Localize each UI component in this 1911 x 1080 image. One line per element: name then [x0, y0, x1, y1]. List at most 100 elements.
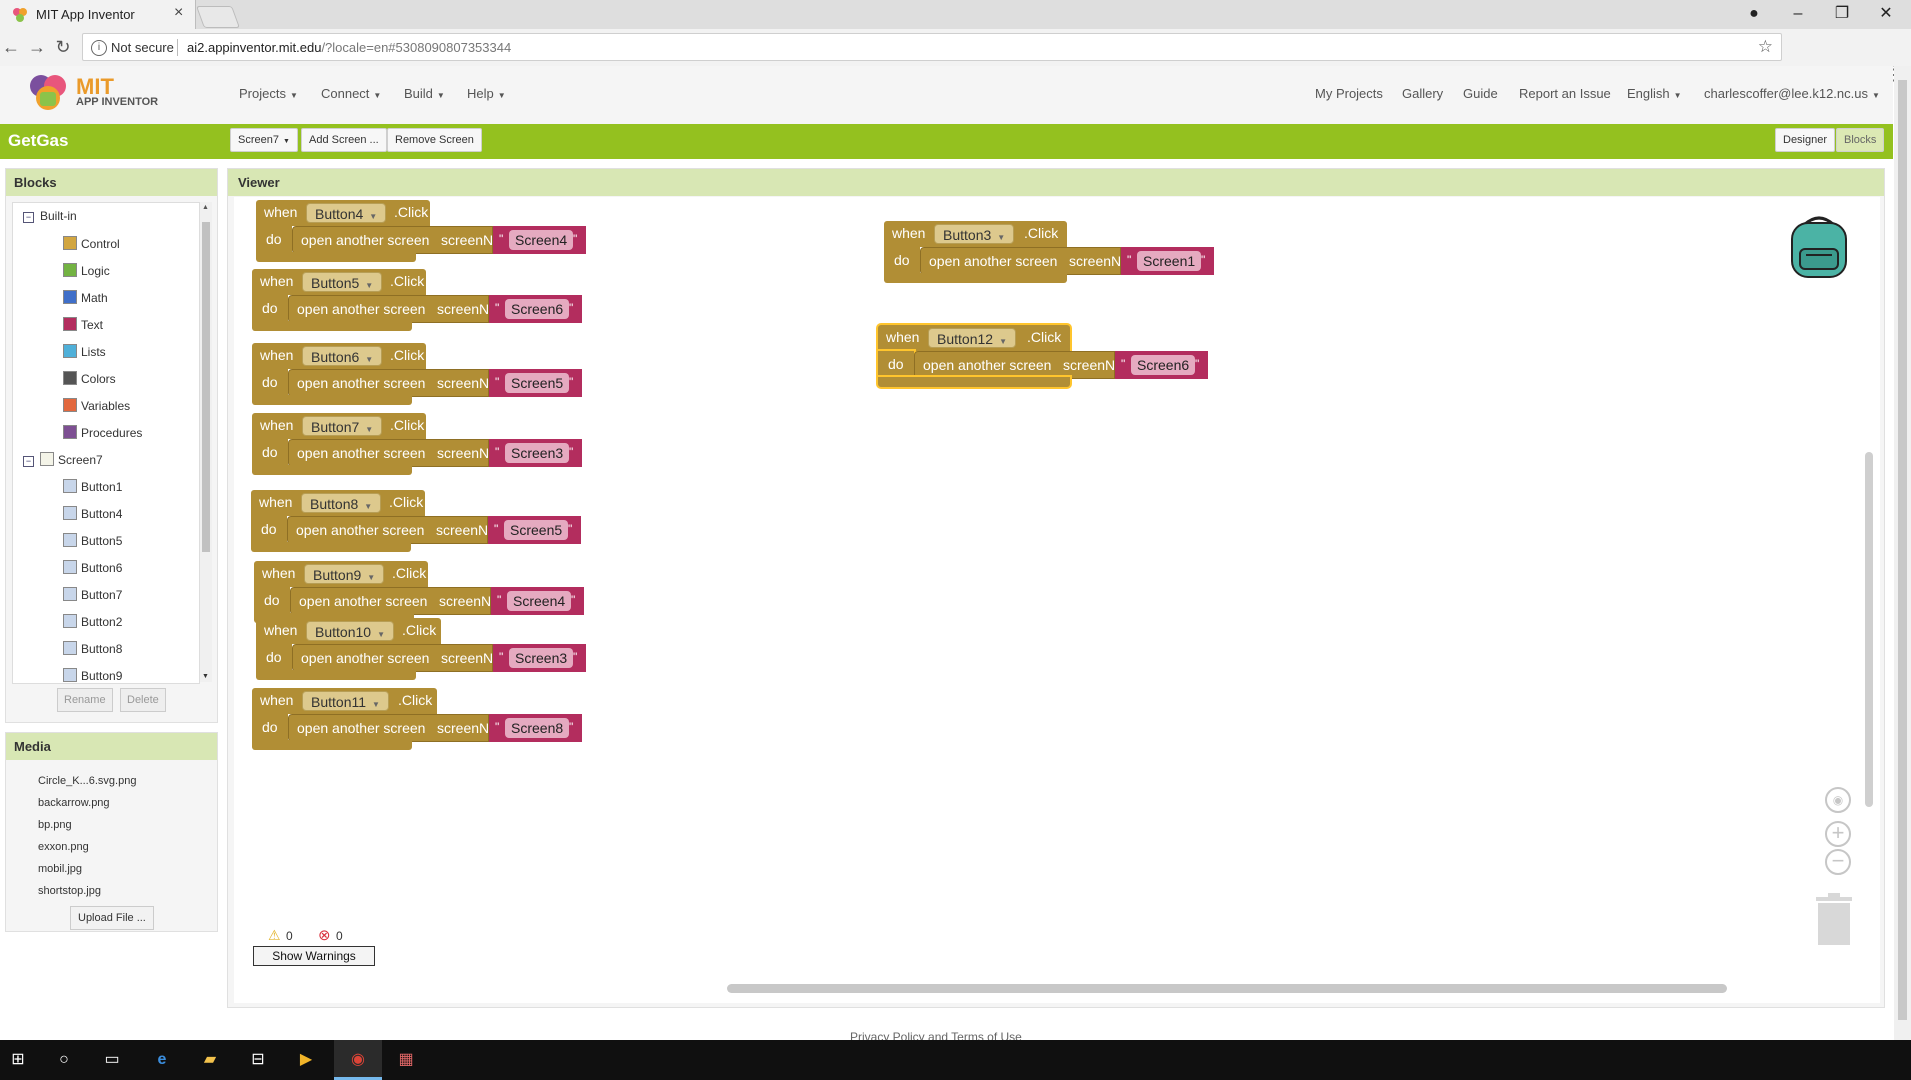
menu-build[interactable]: Build ▼ — [404, 86, 445, 101]
forward-icon[interactable]: → — [26, 35, 48, 59]
bookmark-star-icon[interactable]: ☆ — [1758, 37, 1773, 57]
store-icon[interactable]: ⊟ — [246, 1048, 270, 1072]
link-my-projects[interactable]: My Projects — [1315, 86, 1383, 101]
event-block[interactable]: when Button10 ▼ .Click do open another sc… — [256, 618, 656, 680]
component-dropdown[interactable]: Button10 ▼ — [306, 621, 394, 641]
tree-node-screen[interactable]: − Screen7 — [23, 452, 103, 467]
media-file[interactable]: shortstop.jpg — [38, 885, 101, 897]
drawer-text[interactable]: Text — [63, 317, 103, 332]
app-inventor-logo-icon[interactable] — [28, 72, 68, 112]
recenter-icon[interactable]: ◉ — [1825, 787, 1851, 813]
tab-close-icon[interactable]: × — [174, 4, 183, 22]
screen-string-value[interactable]: Screen3 — [505, 443, 570, 463]
back-icon[interactable]: ← — [0, 35, 22, 59]
reload-icon[interactable]: ↻ — [52, 35, 74, 59]
screen-string-value[interactable]: Screen6 — [505, 299, 570, 319]
open-another-screen-block[interactable]: open another screen screenName — [288, 369, 516, 397]
open-another-screen-block[interactable]: open another screen screenName — [288, 295, 516, 323]
page-scrollbar[interactable] — [1894, 66, 1911, 1040]
text-string-block[interactable]: " Screen5 " — [488, 516, 581, 544]
component-dropdown[interactable]: Button11 ▼ — [302, 691, 389, 711]
info-icon[interactable]: i — [91, 40, 107, 56]
drawer-logic[interactable]: Logic — [63, 263, 110, 278]
zoom-in-icon[interactable]: + — [1825, 821, 1851, 847]
text-string-block[interactable]: " Screen6 " — [1115, 351, 1208, 379]
file-explorer-icon[interactable]: ▰ — [198, 1048, 222, 1072]
screen-string-value[interactable]: Screen6 — [1131, 355, 1196, 375]
zoom-out-icon[interactable]: − — [1825, 849, 1851, 875]
rename-button[interactable]: Rename — [57, 688, 113, 712]
user-menu[interactable]: charlescoffer@lee.k12.nc.us ▼ — [1704, 86, 1880, 101]
screen-string-value[interactable]: Screen5 — [504, 520, 569, 540]
collapse-icon[interactable]: − — [23, 456, 34, 467]
media-file[interactable]: mobil.jpg — [38, 863, 82, 875]
tree-scroll-thumb[interactable] — [202, 222, 210, 552]
workspace-vertical-scrollbar[interactable] — [1865, 452, 1873, 807]
edge-browser-icon[interactable]: e — [150, 1048, 174, 1072]
component-button1[interactable]: Button1 — [63, 479, 122, 494]
text-string-block[interactable]: " Screen3 " — [493, 644, 586, 672]
event-block[interactable]: when Button6 ▼ .Click do open another scr… — [252, 343, 652, 405]
restore-icon[interactable]: ❐ — [1820, 2, 1864, 26]
backpack-icon[interactable] — [1786, 211, 1852, 281]
component-dropdown[interactable]: Button12 ▼ — [928, 328, 1016, 348]
url-input[interactable]: i Not secure ai2.appinventor.mit.edu/?lo… — [82, 33, 1782, 61]
component-dropdown[interactable]: Button8 ▼ — [301, 493, 382, 513]
app-grid-icon[interactable]: ▦ — [394, 1048, 418, 1072]
menu-connect[interactable]: Connect ▼ — [321, 86, 381, 101]
event-block[interactable]: when Button7 ▼ .Click do open another scr… — [252, 413, 652, 475]
media-file[interactable]: exxon.png — [38, 841, 89, 853]
event-block[interactable]: when Button11 ▼ .Click do open another sc… — [252, 688, 652, 750]
drawer-procedures[interactable]: Procedures — [63, 425, 142, 440]
trash-icon[interactable] — [1812, 891, 1856, 947]
text-string-block[interactable]: " Screen4 " — [493, 226, 586, 254]
chrome-taskbar-icon[interactable]: ◉ — [334, 1040, 382, 1080]
component-button4[interactable]: Button4 — [63, 506, 122, 521]
drawer-lists[interactable]: Lists — [63, 344, 106, 359]
delete-button[interactable]: Delete — [120, 688, 166, 712]
menu-help[interactable]: Help ▼ — [467, 86, 506, 101]
link-guide[interactable]: Guide — [1463, 86, 1498, 101]
component-button7[interactable]: Button7 — [63, 587, 122, 602]
event-block[interactable]: when Button3 ▼ .Click do open another scr… — [884, 221, 1284, 283]
drawer-math[interactable]: Math — [63, 290, 108, 305]
link-report-issue[interactable]: Report an Issue — [1519, 86, 1611, 101]
open-another-screen-block[interactable]: open another screen screenName — [287, 516, 515, 544]
profile-icon[interactable]: ● — [1732, 2, 1776, 26]
upload-file-button[interactable]: Upload File ... — [70, 906, 154, 930]
media-file[interactable]: bp.png — [38, 819, 72, 831]
screen-string-value[interactable]: Screen4 — [507, 591, 572, 611]
screen-string-value[interactable]: Screen3 — [509, 648, 574, 668]
minimize-icon[interactable]: – — [1776, 2, 1820, 26]
collapse-icon[interactable]: − — [23, 212, 34, 223]
designer-button[interactable]: Designer — [1775, 128, 1836, 152]
drawer-control[interactable]: Control — [63, 236, 120, 251]
tree-scrollbar[interactable]: ▲ ▼ — [200, 202, 212, 682]
scroll-down-icon[interactable]: ▼ — [202, 673, 209, 680]
link-gallery[interactable]: Gallery — [1402, 86, 1443, 101]
tree-node-builtin[interactable]: − Built-in — [23, 209, 77, 223]
screen-string-value[interactable]: Screen8 — [505, 718, 570, 738]
page-scroll-thumb[interactable] — [1898, 80, 1907, 1020]
screen-select[interactable]: Screen7 ▼ — [230, 128, 298, 152]
open-another-screen-block[interactable]: open another screen screenName — [288, 439, 516, 467]
text-string-block[interactable]: " Screen6 " — [489, 295, 582, 323]
component-button2[interactable]: Button2 — [63, 614, 122, 629]
component-button5[interactable]: Button5 — [63, 533, 122, 548]
screen-string-value[interactable]: Screen1 — [1137, 251, 1202, 271]
component-button8[interactable]: Button8 — [63, 641, 122, 656]
cortana-search-icon[interactable]: ○ — [52, 1048, 76, 1072]
open-another-screen-block[interactable]: open another screen screenName — [914, 351, 1142, 379]
text-string-block[interactable]: " Screen3 " — [489, 439, 582, 467]
menu-projects[interactable]: Projects ▼ — [239, 86, 298, 101]
event-block[interactable]: when Button9 ▼ .Click do open another scr… — [254, 561, 654, 623]
new-tab-button[interactable] — [195, 6, 241, 28]
blocks-button[interactable]: Blocks — [1836, 128, 1885, 152]
component-dropdown[interactable]: Button3 ▼ — [934, 224, 1015, 244]
component-dropdown[interactable]: Button4 ▼ — [306, 203, 387, 223]
component-dropdown[interactable]: Button5 ▼ — [302, 272, 383, 292]
window-close-icon[interactable]: ✕ — [1864, 2, 1908, 26]
show-warnings-button[interactable]: Show Warnings — [253, 946, 375, 966]
drawer-colors[interactable]: Colors — [63, 371, 116, 386]
browser-tab[interactable]: MIT App Inventor × — [0, 0, 196, 29]
